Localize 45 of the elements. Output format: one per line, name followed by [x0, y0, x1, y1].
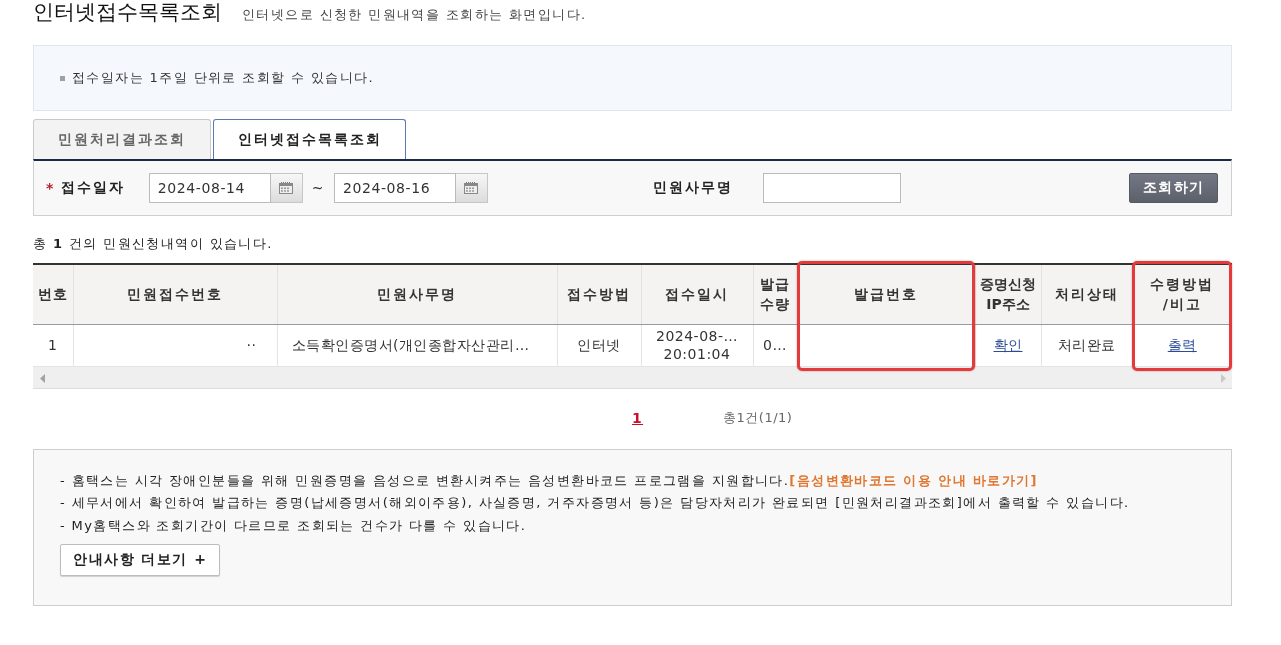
column-header: 발급번호 [797, 264, 975, 324]
more-button[interactable]: 안내사항 더보기 + [60, 544, 221, 576]
table-cell: 1 [33, 324, 73, 366]
bullet-icon [60, 75, 65, 81]
page-description: 인터넷으로 신청한 민원내역을 조회하는 화면입니다. [242, 6, 587, 24]
table-cell: ·· [73, 324, 277, 366]
notice-text: - 홈택스는 시각 장애인분들을 위해 민원증명을 음성으로 변환시켜주는 음성변환바코드 프로그램을 지원합니다.[음성변환바코드 이용 안내 바로가기] [60, 471, 1039, 490]
table-cell: 처리완료 [1041, 324, 1132, 366]
table-cell: 2024-08-… 20:01:04 [641, 324, 753, 366]
calendar-button[interactable] [270, 173, 303, 203]
notice-text: - My홈택스와 조회기간이 다르므로 조회되는 건수가 다를 수 있습니다. [60, 516, 528, 535]
result-summary: 총 1 건의 민원신청내역이 있습니다. [33, 235, 274, 253]
scroll-left-icon[interactable] [40, 373, 45, 383]
column-header: 접수방법 [557, 264, 641, 324]
page-link[interactable]: 1 [631, 407, 644, 428]
column-header: 수령방법 /비고 [1132, 264, 1232, 324]
table-link[interactable]: 출력 [1167, 337, 1197, 353]
form-label: 접수일자 [60, 179, 125, 197]
required-mark: * [46, 180, 55, 196]
page-title: 인터넷접수목록조회 [33, 0, 222, 24]
table-cell: 인터넷 [557, 324, 641, 366]
table-cell: 0… [753, 324, 797, 366]
column-header: 번호 [33, 264, 73, 324]
date-field[interactable]: 2024-08-16 [333, 173, 456, 203]
column-header: 접수일시 [641, 264, 753, 324]
info-text: 접수일자는 1주일 단위로 조회할 수 있습니다. [72, 69, 375, 87]
column-header: 증명신청 IP주소 [975, 264, 1041, 324]
column-header: 발급 수량 [753, 264, 797, 324]
calendar-icon [464, 182, 479, 194]
notice-text: - 세무서에서 확인하여 발급하는 증명(납세증명서(해외이주용), 사실증명, 거주자증명서 등)은 담당자처리가 완료되면 [민원처리결과조회]에서 출력할 수 있습니다. [60, 494, 1131, 512]
search-button[interactable]: 조회하기 [1129, 173, 1218, 203]
column-header: 민원사무명 [277, 264, 557, 324]
tab[interactable]: 민원처리결과조회 [33, 119, 211, 159]
calendar-button[interactable] [455, 173, 488, 203]
range-separator: ~ [311, 180, 325, 196]
calendar-icon [279, 182, 294, 194]
date-field[interactable]: 2024-08-14 [148, 173, 271, 203]
form-label: 민원사무명 [652, 179, 733, 197]
page-count: 총1건(1/1) [723, 409, 793, 425]
column-header: 처리상태 [1041, 264, 1132, 324]
tab[interactable]: 인터넷접수목록조회 [213, 119, 406, 159]
input-field[interactable] [762, 173, 901, 203]
table-link[interactable]: 확인 [993, 337, 1023, 353]
column-header: 민원접수번호 [73, 264, 277, 324]
table-cell: 소득확인증명서(개인종합자산관리… [277, 324, 557, 366]
